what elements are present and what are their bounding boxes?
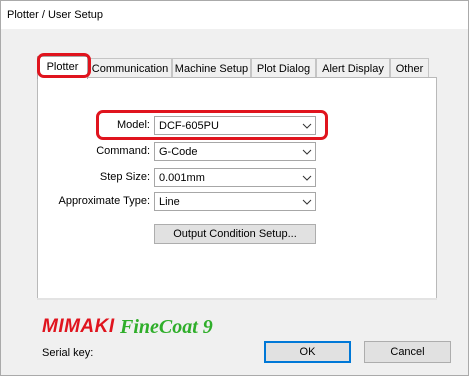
chevron-down-icon bbox=[302, 123, 312, 129]
model-value: DCF-605PU bbox=[159, 120, 219, 132]
tab-alert-display[interactable]: Alert Display bbox=[316, 58, 390, 77]
plotter-tab-panel bbox=[37, 77, 437, 300]
model-select[interactable]: DCF-605PU bbox=[154, 116, 316, 135]
title-bar: Plotter / User Setup bbox=[1, 1, 468, 29]
command-label: Command: bbox=[96, 145, 150, 157]
step-size-value: 0.001mm bbox=[159, 172, 205, 184]
ok-button[interactable]: OK bbox=[264, 341, 351, 363]
approximate-type-select[interactable]: Line bbox=[154, 192, 316, 211]
tab-plot-dialog[interactable]: Plot Dialog bbox=[251, 58, 316, 77]
panel-shade bbox=[37, 298, 437, 300]
finecoat-logo: FineCoat 9 bbox=[120, 316, 213, 338]
chevron-down-icon bbox=[302, 175, 312, 181]
chevron-down-icon bbox=[302, 199, 312, 205]
step-size-label: Step Size: bbox=[99, 171, 150, 183]
model-label: Model: bbox=[116, 119, 150, 131]
command-value: G-Code bbox=[159, 146, 198, 158]
command-select[interactable]: G-Code bbox=[154, 142, 316, 161]
chevron-down-icon bbox=[302, 149, 312, 155]
window-title: Plotter / User Setup bbox=[7, 9, 103, 21]
mimaki-logo: MIMAKI bbox=[42, 316, 115, 337]
tab-other[interactable]: Other bbox=[390, 58, 429, 77]
tab-plotter[interactable]: Plotter bbox=[37, 56, 88, 79]
serial-key-label: Serial key: bbox=[42, 347, 94, 359]
output-condition-setup-button[interactable]: Output Condition Setup... bbox=[154, 224, 316, 244]
cancel-button[interactable]: Cancel bbox=[364, 341, 451, 363]
approximate-type-label: Approximate Type: bbox=[58, 195, 150, 207]
tab-communication[interactable]: Communication bbox=[88, 58, 172, 77]
approximate-type-value: Line bbox=[159, 196, 180, 208]
step-size-select[interactable]: 0.001mm bbox=[154, 168, 316, 187]
tab-machine-setup[interactable]: Machine Setup bbox=[172, 58, 251, 77]
